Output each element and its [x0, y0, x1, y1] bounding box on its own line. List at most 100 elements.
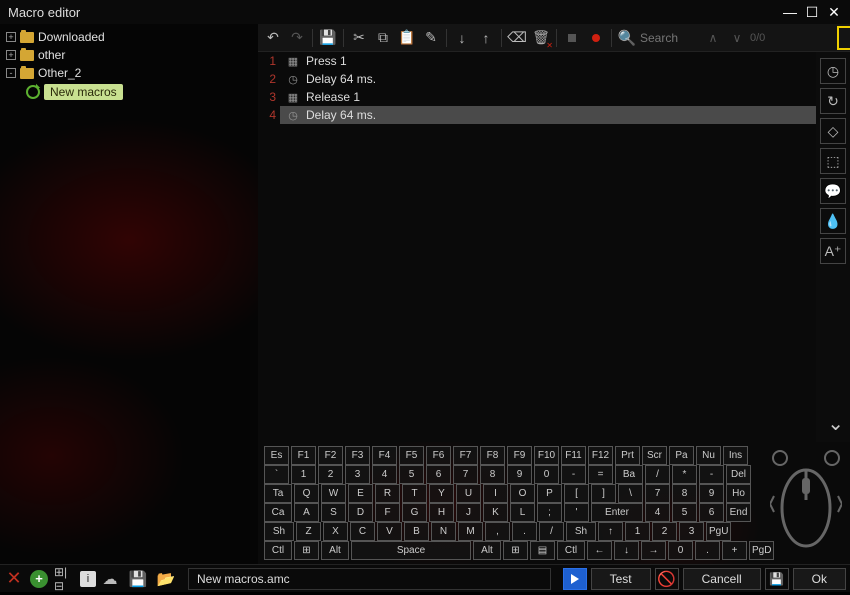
key-[interactable]: ] — [591, 484, 616, 503]
play-icon[interactable] — [563, 568, 587, 590]
key-[interactable]: \ — [618, 484, 643, 503]
key-es[interactable]: Es — [264, 446, 289, 465]
key-[interactable]: → — [641, 541, 666, 560]
cancel-button[interactable]: Cancell — [683, 568, 761, 590]
key-[interactable]: ; — [537, 503, 562, 522]
key-f10[interactable]: F10 — [534, 446, 559, 465]
key-7[interactable]: 7 — [645, 484, 670, 503]
key-end[interactable]: End — [726, 503, 751, 522]
key-0[interactable]: 0 — [534, 465, 559, 484]
key-pa[interactable]: Pa — [669, 446, 694, 465]
key-n[interactable]: N — [431, 522, 456, 541]
key-prt[interactable]: Prt — [615, 446, 640, 465]
key-3[interactable]: 3 — [345, 465, 370, 484]
key-6[interactable]: 6 — [426, 465, 451, 484]
key-[interactable]: ` — [264, 465, 289, 484]
macro-line[interactable]: ▦Press 1 — [280, 52, 816, 70]
key-ctl[interactable]: Ctl — [264, 541, 292, 560]
key-f2[interactable]: F2 — [318, 446, 343, 465]
key-f3[interactable]: F3 — [345, 446, 370, 465]
key-1[interactable]: 1 — [625, 522, 650, 541]
move-down-button[interactable]: ↓ — [451, 27, 473, 49]
key-enter[interactable]: Enter — [591, 503, 643, 522]
key-[interactable]: ' — [564, 503, 589, 522]
key-ho[interactable]: Ho — [726, 484, 751, 503]
expand-icon[interactable]: + — [6, 32, 16, 42]
key-f7[interactable]: F7 — [453, 446, 478, 465]
condition-tool-button[interactable]: ◇ — [820, 118, 846, 144]
collapse-keyboard-button[interactable]: ⌄ — [827, 411, 844, 436]
key-t[interactable]: T — [402, 484, 427, 503]
key-p[interactable]: P — [537, 484, 562, 503]
copy-button[interactable]: ⧉ — [372, 27, 394, 49]
key-5[interactable]: 5 — [399, 465, 424, 484]
key-f1[interactable]: F1 — [291, 446, 316, 465]
key-[interactable]: , — [485, 522, 510, 541]
key-e[interactable]: E — [348, 484, 373, 503]
test-button[interactable]: Test — [591, 568, 651, 590]
key-q[interactable]: Q — [294, 484, 319, 503]
close-button[interactable]: ✕ — [826, 4, 842, 20]
tree-folder-downloaded[interactable]: + Downloaded — [6, 28, 252, 46]
key-7[interactable]: 7 — [453, 465, 478, 484]
key-f8[interactable]: F8 — [480, 446, 505, 465]
save-button[interactable]: 💾 — [317, 27, 339, 49]
stop-test-button[interactable]: 🚫 — [655, 568, 679, 590]
macro-line[interactable]: ▦Release 1 — [280, 88, 816, 106]
key-[interactable]: * — [672, 465, 697, 484]
key-alt[interactable]: Alt — [321, 541, 349, 560]
search-icon[interactable]: 🔍 — [616, 27, 638, 49]
key-[interactable]: - — [699, 465, 724, 484]
key-x[interactable]: X — [323, 522, 348, 541]
key-[interactable]: + — [722, 541, 747, 560]
delete-line-button[interactable]: ⌫ — [506, 27, 528, 49]
key-a[interactable]: A — [294, 503, 319, 522]
key-6[interactable]: 6 — [699, 503, 724, 522]
text-tool-button[interactable]: A⁺ — [820, 238, 846, 264]
key-k[interactable]: K — [483, 503, 508, 522]
key-f6[interactable]: F6 — [426, 446, 451, 465]
open-folder-button[interactable]: 📂 — [156, 569, 176, 589]
expand-icon[interactable]: + — [6, 50, 16, 60]
key-m[interactable]: M — [458, 522, 483, 541]
key-4[interactable]: 4 — [372, 465, 397, 484]
key-sh[interactable]: Sh — [566, 522, 596, 541]
key-u[interactable]: U — [456, 484, 481, 503]
save-all-button[interactable]: 💾 — [128, 569, 148, 589]
key-4[interactable]: 4 — [645, 503, 670, 522]
key-sh[interactable]: Sh — [264, 522, 294, 541]
key-del[interactable]: Del — [726, 465, 751, 484]
key-c[interactable]: C — [350, 522, 375, 541]
key-y[interactable]: Y — [429, 484, 454, 503]
key-0[interactable]: 0 — [668, 541, 693, 560]
move-up-button[interactable]: ↑ — [475, 27, 497, 49]
key-alt[interactable]: Alt — [473, 541, 501, 560]
key-i[interactable]: I — [483, 484, 508, 503]
add-macro-button[interactable]: + — [30, 570, 48, 588]
undo-button[interactable]: ↶ — [262, 27, 284, 49]
key-ba[interactable]: Ba — [615, 465, 643, 484]
paste-button[interactable]: 📋 — [396, 27, 418, 49]
key-f9[interactable]: F9 — [507, 446, 532, 465]
delete-macro-button[interactable]: ✕ — [4, 569, 24, 589]
record-button[interactable] — [585, 27, 607, 49]
key-f12[interactable]: F12 — [588, 446, 613, 465]
key-8[interactable]: 8 — [480, 465, 505, 484]
key-[interactable]: . — [695, 541, 720, 560]
cloud-button[interactable]: ☁ — [100, 569, 120, 589]
search-prev-button[interactable]: ∧ — [702, 27, 724, 49]
key-9[interactable]: 9 — [699, 484, 724, 503]
ok-button[interactable]: Ok — [793, 568, 846, 590]
color-tool-button[interactable]: 💧 — [820, 208, 846, 234]
search-next-button[interactable]: ∨ — [726, 27, 748, 49]
key-f4[interactable]: F4 — [372, 446, 397, 465]
key-ca[interactable]: Ca — [264, 503, 292, 522]
key-f5[interactable]: F5 — [399, 446, 424, 465]
key-space[interactable]: Space — [351, 541, 471, 560]
delay-tool-button[interactable]: ◷ — [820, 58, 846, 84]
info-button[interactable]: i — [80, 571, 96, 587]
key-r[interactable]: R — [375, 484, 400, 503]
block-tool-button[interactable]: ⬚ — [820, 148, 846, 174]
macro-line[interactable]: ◷Delay 64 ms. — [280, 106, 816, 124]
key-9[interactable]: 9 — [507, 465, 532, 484]
